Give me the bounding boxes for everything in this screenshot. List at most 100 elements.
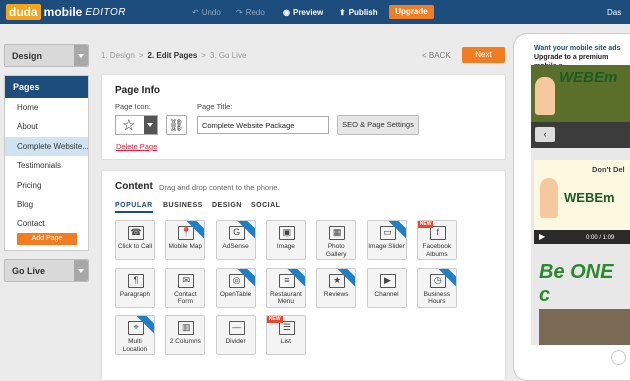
undo-icon: ↶ (192, 8, 199, 17)
step-design[interactable]: 1. Design (101, 51, 135, 60)
user-menu[interactable]: Das (607, 8, 621, 17)
design-step-button[interactable]: Design (4, 44, 89, 67)
image-slider-tile[interactable]: ▭ Image Slider (366, 220, 407, 260)
next-button[interactable]: Next (462, 47, 505, 63)
be-one-heading: Be ONE c (539, 261, 614, 306)
tile-label: List (280, 338, 291, 345)
image-icon: ▣ (278, 226, 295, 240)
logo-mobile: mobile (43, 5, 83, 19)
page-icon-picker[interactable]: ☆ (115, 115, 158, 135)
step-go-live[interactable]: 3. Go Live (210, 51, 246, 60)
play-icon[interactable]: ▶ (539, 232, 545, 241)
logo-editor: EDITOR (85, 6, 126, 18)
page-icon-label: Page Icon: (115, 102, 151, 111)
business-hours-tile[interactable]: ◷ Business Hours (416, 267, 457, 308)
list-tile[interactable]: ☰ List NEW (265, 315, 306, 355)
paragraph-tile[interactable]: ¶ Paragraph (115, 267, 155, 308)
chevron-down-icon (74, 45, 88, 66)
upload-icon: ⬆ (339, 8, 346, 17)
restaurant-menu-icon: ≡ (278, 273, 295, 288)
image-slider-icon: ▭ (379, 226, 396, 240)
multi-location-tile[interactable]: ⌖ Multi Location (115, 315, 155, 355)
page-item-selected[interactable]: Complete Website... (5, 136, 88, 157)
link-icon[interactable]: ⛓ (166, 115, 187, 135)
mobile-map-tile[interactable]: 📍 Mobile Map (165, 220, 206, 260)
video-caption: Don't Del (592, 165, 625, 174)
page-item[interactable]: Pricing (5, 176, 88, 195)
tile-label: Click to Call (117, 243, 153, 250)
divider-icon: — (228, 321, 245, 335)
logo-duda: duda (6, 4, 41, 20)
go-live-step-button[interactable]: Go Live (4, 259, 89, 282)
tile-label: Photo Gallery (325, 243, 347, 258)
tile-label: Mobile Map (168, 243, 203, 250)
upgrade-button[interactable]: Upgrade (389, 5, 434, 19)
mascot-icon (535, 77, 555, 115)
ad-line1: Want your mobile site ads (534, 45, 621, 52)
page-info-panel: Page Info Page Icon: Page Title: ☆ ⛓ Com… (101, 74, 506, 160)
pages-title: Pages (5, 76, 88, 98)
page-item[interactable]: Home (5, 98, 88, 117)
tile-label: Contact Form (174, 290, 197, 306)
facebook-albums-tile[interactable]: f Facebook Albums NEW (416, 220, 457, 260)
two-columns-icon: ▥ (178, 321, 195, 335)
duda-logo[interactable]: duda mobile EDITOR (6, 4, 126, 20)
reviews-tile[interactable]: ★ Reviews (316, 267, 357, 308)
click-to-call-tile[interactable]: ☎ Click to Call (115, 220, 155, 260)
page-title-label: Page Title: (197, 102, 233, 111)
seo-settings-button[interactable]: SEO & Page Settings (337, 115, 419, 135)
content-panel: Content Drag and drop content to the pho… (101, 170, 506, 381)
tab-business[interactable]: BUSINESS (163, 202, 203, 209)
page-title-input[interactable]: Complete Website Package (197, 116, 329, 134)
video-controls[interactable]: ▶ 0:00 / 1:09 (534, 230, 630, 244)
tile-label: Multi Location (122, 338, 148, 353)
publish-label: Publish (348, 8, 378, 17)
undo-button[interactable]: ↶ Undo (192, 8, 221, 17)
tile-label: Reviews (323, 290, 349, 298)
two-columns-tile[interactable]: ▥ 2 Columns (165, 315, 206, 355)
restaurant-menu-tile[interactable]: ≡ Restaurant Menu (265, 267, 306, 308)
design-label: Design (12, 51, 43, 61)
add-page-button[interactable]: Add Page (17, 233, 77, 245)
redo-icon: ↷ (236, 8, 243, 17)
channel-tile[interactable]: ▶ Channel (366, 267, 407, 308)
eye-icon: ◉ (283, 8, 290, 17)
tab-design[interactable]: DESIGN (212, 202, 242, 209)
tab-social[interactable]: SOCIAL (251, 202, 280, 209)
back-arrow-icon[interactable]: ‹ (535, 127, 555, 142)
page-item[interactable]: Blog (5, 195, 88, 214)
preview-button[interactable]: ◉ Preview (283, 8, 323, 17)
page-item[interactable]: About (5, 117, 88, 136)
tile-label: Image Slider (368, 243, 405, 250)
redo-button[interactable]: ↷ Redo (236, 8, 265, 17)
contact-form-tile[interactable]: ✉ Contact Form (165, 267, 206, 308)
video-player[interactable]: Don't Del WEBEm ▶ 0:00 / 1:09 (534, 160, 630, 244)
adsense-tile[interactable]: G AdSense (215, 220, 256, 260)
facebook-albums-icon: f (429, 226, 446, 240)
multi-location-icon: ⌖ (128, 321, 144, 335)
photo-strip (539, 309, 630, 345)
chevron-down-icon (74, 260, 88, 281)
mobile-map-icon: 📍 (178, 226, 195, 240)
step-breadcrumb: 1. Design > 2. Edit Pages > 3. Go Live (101, 51, 246, 60)
page-item[interactable]: Contact (5, 214, 88, 233)
divider-tile[interactable]: — Divider (215, 315, 256, 355)
go-live-label: Go Live (12, 266, 46, 276)
new-badge: NEW (417, 221, 434, 228)
publish-button[interactable]: ⬆ Publish (339, 8, 378, 17)
delete-page-link[interactable]: Delete Page (116, 142, 157, 151)
opentable-icon: ◎ (228, 273, 245, 288)
image-tile[interactable]: ▣ Image (265, 220, 306, 260)
reviews-icon: ★ (329, 273, 346, 288)
tab-popular[interactable]: POPULAR (115, 202, 153, 213)
phone-preview[interactable]: Want your mobile site ads Upgrade to a p… (531, 43, 630, 345)
ad-banner[interactable]: Want your mobile site ads Upgrade to a p… (531, 43, 630, 70)
video-time: 0:00 / 1:09 (586, 235, 615, 241)
page-info-title: Page Info (115, 85, 161, 96)
opentable-tile[interactable]: ◎ OpenTable (215, 267, 256, 308)
tile-label: AdSense (222, 243, 249, 250)
back-link[interactable]: < BACK (422, 51, 451, 60)
content-title: Content (115, 181, 153, 192)
photo-gallery-tile[interactable]: ▦ Photo Gallery (316, 220, 357, 260)
page-item[interactable]: Testimonials (5, 156, 88, 175)
